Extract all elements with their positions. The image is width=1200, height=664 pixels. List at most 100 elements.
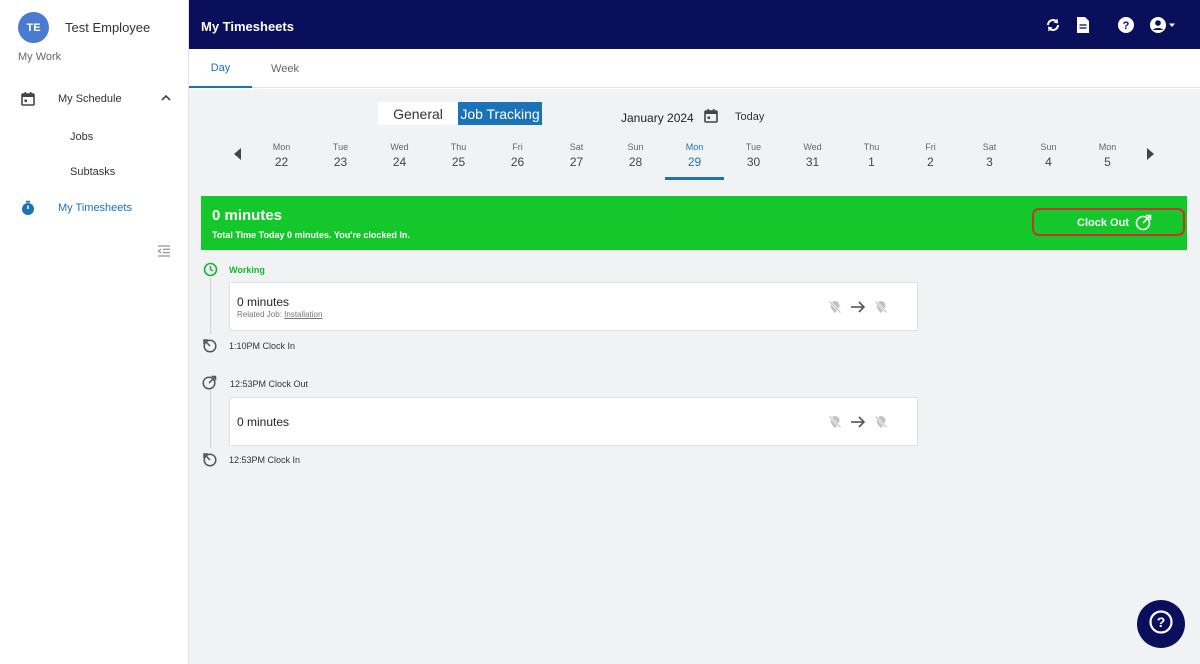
status-banner: 0 minutes Total Time Today 0 minutes. Yo… bbox=[201, 196, 1187, 250]
previous-arrow-icon[interactable] bbox=[233, 147, 243, 165]
day-number: 3 bbox=[986, 155, 993, 169]
entry-duration: 0 minutes bbox=[237, 415, 290, 429]
day-number: 22 bbox=[274, 155, 289, 169]
day-name: Mon bbox=[685, 142, 704, 152]
general-toggle[interactable]: General bbox=[378, 102, 458, 125]
arrow-right-icon bbox=[850, 300, 866, 319]
location-off-icon bbox=[828, 415, 842, 434]
main-content: General Job Tracking January 2024 Today … bbox=[189, 89, 1200, 664]
date-cell[interactable]: Thu 25 bbox=[429, 140, 488, 180]
date-cell[interactable]: Sun 4 bbox=[1019, 140, 1078, 180]
clock-icon bbox=[202, 261, 218, 277]
location-off-icon bbox=[874, 300, 888, 319]
day-number: 30 bbox=[746, 155, 761, 169]
sidebar-item-my-schedule[interactable]: My Schedule bbox=[0, 84, 189, 114]
date-cell[interactable]: Sat 3 bbox=[960, 140, 1019, 180]
sidebar-item-label: Subtasks bbox=[70, 166, 116, 178]
day-number: 31 bbox=[805, 155, 820, 169]
sidebar-item-my-timesheets[interactable]: My Timesheets bbox=[0, 193, 189, 223]
date-cell[interactable]: Mon 22 bbox=[252, 140, 311, 180]
date-cell[interactable]: Fri 26 bbox=[488, 140, 547, 180]
day-name: Tue bbox=[332, 142, 349, 152]
clock-in-icon bbox=[202, 337, 218, 353]
day-number: 2 bbox=[927, 155, 934, 169]
day-number: 4 bbox=[1045, 155, 1052, 169]
collapse-sidebar-icon[interactable] bbox=[157, 244, 171, 263]
clock-in-time: 1:10PM Clock In bbox=[229, 341, 296, 351]
day-name: Wed bbox=[803, 142, 822, 152]
day-name: Sun bbox=[627, 142, 644, 152]
sidebar-item-label: My Schedule bbox=[58, 93, 122, 105]
sidebar: TE Test Employee My Work My Schedule Job… bbox=[0, 0, 189, 664]
job-tracking-toggle[interactable]: Job Tracking bbox=[458, 102, 542, 125]
chevron-up-icon[interactable] bbox=[160, 92, 172, 107]
calendar-icon bbox=[19, 90, 37, 108]
date-cell[interactable]: Thu 1 bbox=[842, 140, 901, 180]
working-label: Working bbox=[229, 265, 265, 275]
date-cell[interactable]: Sat 27 bbox=[547, 140, 606, 180]
timesheet-entry-card[interactable]: 0 minutes bbox=[229, 397, 918, 446]
total-time: 0 minutes bbox=[212, 207, 283, 224]
date-cell[interactable]: Mon 29 bbox=[665, 140, 724, 180]
day-number: 23 bbox=[333, 155, 348, 169]
location-off-icon bbox=[874, 415, 888, 434]
today-button[interactable]: Today bbox=[735, 111, 764, 123]
entry-duration: 0 minutes bbox=[237, 295, 290, 309]
help-button[interactable]: ? bbox=[1137, 600, 1185, 648]
date-cell[interactable]: Fri 2 bbox=[901, 140, 960, 180]
user-name: Test Employee bbox=[65, 20, 151, 35]
day-name: Wed bbox=[390, 142, 409, 152]
document-icon[interactable] bbox=[1072, 14, 1094, 36]
refresh-icon[interactable] bbox=[1042, 14, 1064, 36]
day-number: 29 bbox=[687, 155, 702, 169]
date-cell[interactable]: Tue 30 bbox=[724, 140, 783, 180]
date-cell[interactable]: Wed 31 bbox=[783, 140, 842, 180]
date-cell[interactable]: Tue 23 bbox=[311, 140, 370, 180]
clock-out-button[interactable]: Clock Out bbox=[1032, 208, 1185, 236]
svg-text:?: ? bbox=[1123, 20, 1130, 32]
calendar-picker-icon[interactable] bbox=[703, 108, 719, 129]
sidebar-item-label: Jobs bbox=[70, 131, 94, 143]
day-number: 5 bbox=[1104, 155, 1111, 169]
day-name: Fri bbox=[925, 142, 936, 152]
date-cell[interactable]: Wed 24 bbox=[370, 140, 429, 180]
timeline-line bbox=[210, 390, 211, 448]
top-bar: My Timesheets ? bbox=[189, 0, 1200, 49]
next-arrow-icon[interactable] bbox=[1145, 147, 1155, 165]
tab-week[interactable]: Week bbox=[252, 49, 318, 88]
sidebar-item-subtasks[interactable]: Subtasks bbox=[0, 157, 189, 187]
clock-out-label: Clock Out bbox=[1077, 217, 1129, 229]
clock-in-icon bbox=[202, 451, 218, 467]
arrow-right-icon bbox=[850, 415, 866, 434]
clock-out-time: 12:53PM Clock Out bbox=[230, 379, 309, 389]
day-name: Tue bbox=[745, 142, 762, 152]
tab-day[interactable]: Day bbox=[189, 49, 252, 88]
day-name: Thu bbox=[450, 142, 467, 152]
view-tabs: Day Week bbox=[189, 49, 1200, 88]
clock-out-icon bbox=[202, 374, 218, 390]
stopwatch-icon bbox=[19, 199, 37, 217]
date-cell[interactable]: Mon 5 bbox=[1078, 140, 1137, 180]
day-name: Mon bbox=[272, 142, 291, 152]
sidebar-item-jobs[interactable]: Jobs bbox=[0, 122, 189, 152]
clock-out-icon bbox=[1134, 212, 1154, 237]
timeline-line bbox=[210, 278, 211, 334]
page-title: My Timesheets bbox=[201, 19, 294, 34]
day-number: 28 bbox=[628, 155, 643, 169]
help-icon[interactable]: ? bbox=[1115, 14, 1137, 36]
related-job: Related Job: Installation bbox=[237, 310, 322, 319]
day-name: Mon bbox=[1098, 142, 1117, 152]
day-name: Thu bbox=[863, 142, 880, 152]
account-icon[interactable] bbox=[1148, 14, 1178, 36]
timesheet-entry-card[interactable]: 0 minutes Related Job: Installation bbox=[229, 282, 918, 331]
day-number: 1 bbox=[868, 155, 875, 169]
sidebar-item-label: My Timesheets bbox=[58, 202, 132, 214]
avatar[interactable]: TE bbox=[18, 12, 49, 43]
day-name: Fri bbox=[512, 142, 523, 152]
location-off-icon bbox=[828, 300, 842, 319]
help-icon: ? bbox=[1148, 609, 1174, 640]
day-number: 25 bbox=[451, 155, 466, 169]
day-name: Sat bbox=[982, 142, 997, 152]
related-job-link[interactable]: Installation bbox=[284, 310, 322, 319]
date-cell[interactable]: Sun 28 bbox=[606, 140, 665, 180]
